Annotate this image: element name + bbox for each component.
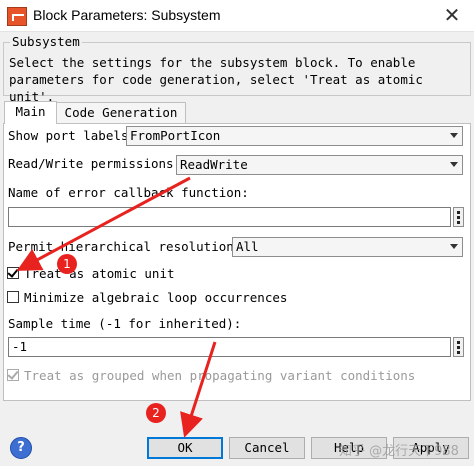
cancel-button[interactable]: Cancel	[229, 437, 305, 459]
grouped-variant-label: Treat as grouped when propagating varian…	[24, 368, 416, 383]
hierarchical-resolution-dropdown[interactable]: All	[232, 237, 463, 257]
window-title: Block Parameters: Subsystem	[33, 7, 221, 23]
simulink-block-icon	[7, 7, 27, 26]
watermark: 知乎 @龙行天下988	[339, 444, 459, 459]
annotation-badge-1: 1	[57, 254, 77, 274]
description-line-1: Select the settings for the subsystem bl…	[9, 55, 416, 70]
show-port-labels-label: Show port labels	[8, 128, 129, 143]
atomic-unit-label: Treat as atomic unit	[24, 266, 175, 281]
show-port-labels-value: FromPortIcon	[130, 128, 221, 143]
grouped-variant-checkbox	[7, 368, 19, 381]
error-callback-label: Name of error callback function:	[8, 185, 249, 200]
subsystem-description-group: Subsystem Select the settings for the su…	[3, 34, 471, 104]
sample-time-more-button[interactable]	[453, 337, 464, 357]
close-button[interactable]: ✕	[430, 0, 474, 31]
description-text: Select the settings for the subsystem bl…	[9, 54, 464, 105]
read-write-label: Read/Write permissions:	[8, 156, 182, 171]
show-port-labels-dropdown[interactable]: FromPortIcon	[126, 126, 463, 146]
tab-code-generation[interactable]: Code Generation	[56, 102, 186, 124]
description-line-2: parameters for code generation, select '…	[9, 72, 423, 104]
sample-time-input[interactable]: -1	[8, 337, 451, 357]
chevron-down-icon	[450, 133, 458, 138]
minimize-loop-checkbox[interactable]	[7, 291, 19, 303]
minimize-loop-label: Minimize algebraic loop occurrences	[24, 290, 288, 305]
atomic-unit-checkbox[interactable]	[7, 266, 19, 279]
title-bar: Block Parameters: Subsystem ✕	[0, 0, 474, 32]
chevron-down-icon	[450, 244, 458, 249]
ok-button[interactable]: OK	[147, 437, 223, 459]
help-icon[interactable]: ?	[10, 437, 32, 459]
checkmark-icon	[7, 266, 19, 278]
read-write-dropdown[interactable]: ReadWrite	[176, 155, 463, 175]
hierarchical-resolution-value: All	[236, 239, 259, 254]
sample-time-label: Sample time (-1 for inherited):	[8, 316, 242, 331]
sample-time-value: -1	[12, 339, 28, 354]
chevron-down-icon	[450, 162, 458, 167]
read-write-value: ReadWrite	[180, 157, 248, 172]
annotation-badge-2: 2	[146, 403, 166, 423]
error-callback-input[interactable]	[8, 207, 451, 227]
checkmark-icon	[7, 368, 19, 380]
tab-main[interactable]: Main	[4, 101, 57, 124]
group-legend: Subsystem	[10, 34, 82, 49]
error-callback-more-button[interactable]	[453, 207, 464, 227]
hierarchical-resolution-label: Permit hierarchical resolution:	[8, 239, 242, 254]
